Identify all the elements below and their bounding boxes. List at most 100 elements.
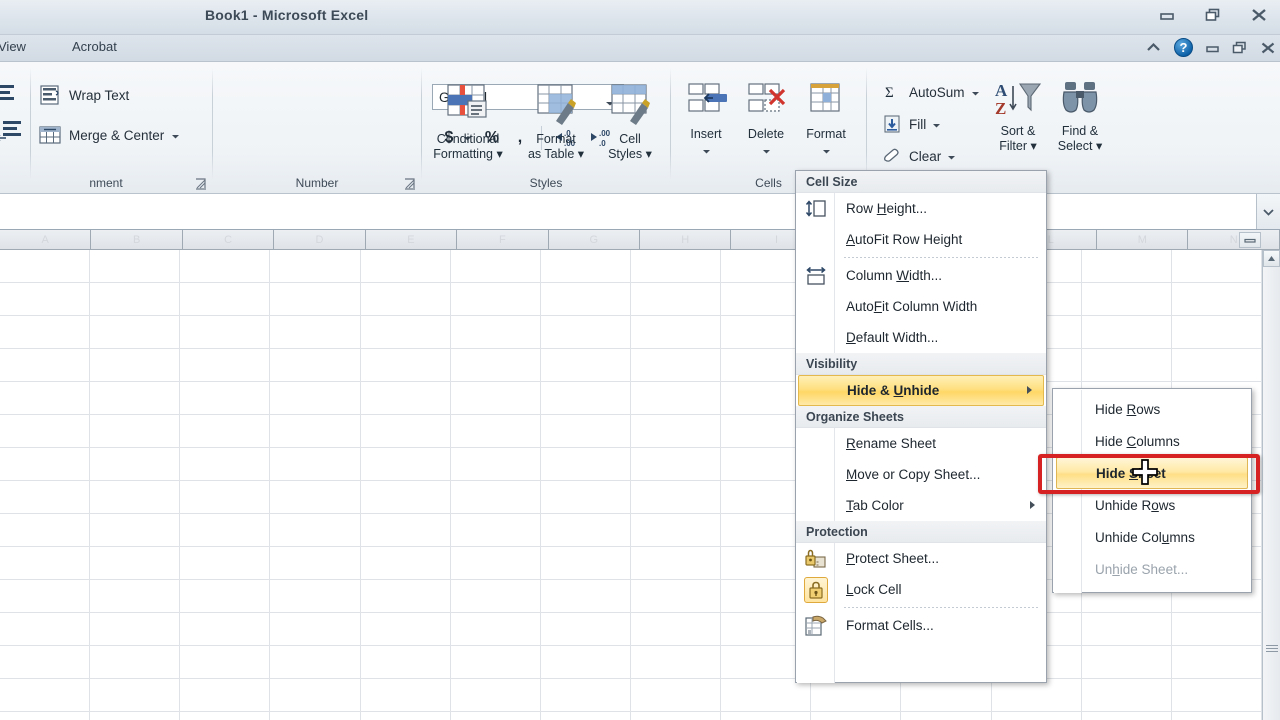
grid-cell[interactable] — [270, 679, 360, 711]
grid-cell[interactable] — [270, 613, 360, 645]
grid-cell[interactable] — [90, 580, 180, 612]
grid-cell[interactable] — [90, 613, 180, 645]
wrap-text-button[interactable]: Wrap Text — [38, 84, 129, 106]
tab-acrobat[interactable]: Acrobat — [72, 39, 117, 54]
grid-cell[interactable] — [90, 712, 180, 720]
grid-cell[interactable] — [541, 514, 631, 546]
grid-cell[interactable] — [811, 712, 901, 720]
grid-cell[interactable] — [631, 349, 721, 381]
grid-cell[interactable] — [1082, 349, 1172, 381]
menu-item-column-width[interactable]: Column Width... — [796, 260, 1046, 291]
indent-icon[interactable] — [0, 118, 24, 151]
grid-cell[interactable] — [541, 415, 631, 447]
grid-cell[interactable] — [0, 415, 90, 447]
grid-cell[interactable] — [721, 712, 811, 720]
grid-cell[interactable] — [1172, 613, 1262, 645]
grid-cell[interactable] — [1172, 250, 1262, 282]
chevron-down-icon[interactable]: ▾ — [1030, 139, 1036, 153]
grid-cell[interactable] — [361, 646, 451, 678]
grid-cell[interactable] — [270, 481, 360, 513]
grid-cell[interactable] — [541, 679, 631, 711]
grid-cell[interactable] — [451, 514, 541, 546]
grid-cell[interactable] — [180, 349, 270, 381]
grid-cell[interactable] — [631, 448, 721, 480]
grid-cell[interactable] — [180, 448, 270, 480]
grid-cell[interactable] — [1172, 349, 1262, 381]
chevron-down-icon[interactable]: ▾ — [578, 147, 584, 161]
grid-cell[interactable] — [90, 283, 180, 315]
find-select-button[interactable]: Find & Select ▾ — [1052, 76, 1108, 154]
grid-cell[interactable] — [631, 712, 721, 720]
delete-cells-button[interactable]: Delete — [739, 78, 793, 160]
number-dialog-launcher[interactable] — [403, 177, 417, 191]
grid-cell[interactable] — [811, 679, 901, 711]
grid-cell[interactable] — [361, 382, 451, 414]
grid-cell[interactable] — [1082, 646, 1172, 678]
column-header-D[interactable]: D — [274, 230, 365, 249]
clear-button[interactable]: Clear — [881, 146, 956, 166]
grid-cell[interactable] — [541, 712, 631, 720]
grid-cell[interactable] — [992, 679, 1082, 711]
grid-cell[interactable] — [721, 679, 811, 711]
grid-cell[interactable] — [1172, 646, 1262, 678]
grid-cell[interactable] — [180, 646, 270, 678]
grid-cell[interactable] — [631, 250, 721, 282]
grid-cell[interactable] — [0, 283, 90, 315]
grid-cell[interactable] — [451, 712, 541, 720]
grid-cell[interactable] — [270, 448, 360, 480]
chevron-down-icon[interactable]: ▾ — [646, 147, 652, 161]
close-workbook-icon[interactable] — [1260, 41, 1276, 55]
grid-cell[interactable] — [361, 448, 451, 480]
grid-cell[interactable] — [180, 481, 270, 513]
menu-item-protect-sheet[interactable]: Protect Sheet... — [796, 543, 1046, 574]
grid-cell[interactable] — [361, 349, 451, 381]
format-as-table-button[interactable]: Format as Table ▾ — [518, 78, 594, 162]
grid-cell[interactable] — [631, 283, 721, 315]
grid-cell[interactable] — [180, 382, 270, 414]
grid-cell[interactable] — [180, 679, 270, 711]
grid-cell[interactable] — [631, 382, 721, 414]
grid-cell[interactable] — [270, 646, 360, 678]
grid-cell[interactable] — [541, 382, 631, 414]
chevron-down-icon[interactable]: ▾ — [1096, 139, 1102, 153]
grid-cell[interactable] — [451, 415, 541, 447]
grid-cell[interactable] — [0, 448, 90, 480]
sort-filter-button[interactable]: A Z Sort & Filter ▾ — [990, 76, 1046, 154]
grid-cell[interactable] — [180, 613, 270, 645]
column-header-C[interactable]: C — [183, 230, 274, 249]
grid-cell[interactable] — [270, 415, 360, 447]
chevron-down-icon[interactable] — [822, 142, 831, 160]
chevron-down-icon[interactable] — [702, 142, 711, 160]
grid-cell[interactable] — [1172, 316, 1262, 348]
grid-cell[interactable] — [1082, 613, 1172, 645]
grid-cell[interactable] — [451, 448, 541, 480]
grid-cell[interactable] — [361, 547, 451, 579]
grid-cell[interactable] — [90, 316, 180, 348]
column-header-E[interactable]: E — [366, 230, 457, 249]
menu-item-default-width[interactable]: Default Width... — [796, 322, 1046, 353]
align-top-icon[interactable] — [0, 82, 22, 111]
grid-cell[interactable] — [1172, 679, 1262, 711]
grid-cell[interactable] — [90, 250, 180, 282]
grid-cell[interactable] — [90, 481, 180, 513]
tab-view[interactable]: View — [0, 39, 26, 54]
grid-cell[interactable] — [451, 382, 541, 414]
grid-cell[interactable] — [451, 613, 541, 645]
column-header-M[interactable]: M — [1097, 230, 1188, 249]
grid-cell[interactable] — [541, 547, 631, 579]
grid-cell[interactable] — [541, 448, 631, 480]
grid-cell[interactable] — [901, 712, 991, 720]
grid-cell[interactable] — [451, 349, 541, 381]
grid-cell[interactable] — [541, 250, 631, 282]
grid-cell[interactable] — [90, 448, 180, 480]
minimize-workbook-icon[interactable] — [1205, 42, 1220, 54]
grid-cell[interactable] — [270, 580, 360, 612]
grid-cell[interactable] — [270, 547, 360, 579]
grid-cell[interactable] — [541, 580, 631, 612]
grid-cell[interactable] — [631, 679, 721, 711]
grid-cell[interactable] — [451, 580, 541, 612]
column-header-G[interactable]: G — [549, 230, 640, 249]
grid-cell[interactable] — [541, 646, 631, 678]
menu-item-autofit-column-width[interactable]: AutoFit Column Width — [796, 291, 1046, 322]
grid-cell[interactable] — [361, 283, 451, 315]
